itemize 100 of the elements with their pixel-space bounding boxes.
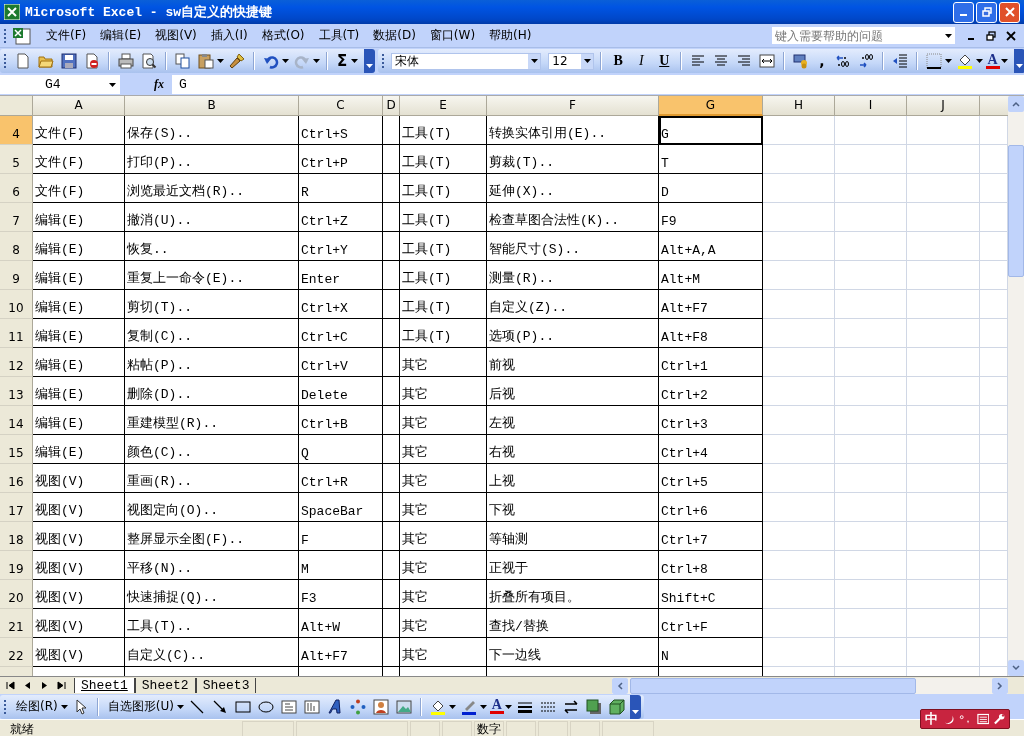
undo-icon[interactable]	[263, 53, 279, 69]
merge-center-icon[interactable]	[759, 53, 776, 69]
previous-sheet-icon[interactable]	[23, 681, 32, 690]
last-sheet-icon[interactable]	[57, 681, 66, 690]
row-header[interactable]: 9	[0, 261, 33, 290]
bold-button[interactable]: B	[608, 53, 629, 69]
arrow-style-icon[interactable]	[563, 698, 579, 715]
chevron-up-icon[interactable]	[1012, 101, 1020, 107]
decimal-decrease-icon[interactable]	[857, 53, 874, 69]
row-header[interactable]: 14	[0, 406, 33, 435]
toolbar-grip-icon[interactable]	[4, 53, 7, 69]
row-header[interactable]: 6	[0, 174, 33, 203]
dropdown-arrow-icon[interactable]	[975, 59, 983, 63]
close-icon[interactable]	[1006, 30, 1016, 41]
column-header[interactable]: G	[659, 96, 763, 116]
scroll-down-button[interactable]	[1008, 660, 1024, 676]
scroll-left-button[interactable]	[612, 677, 628, 694]
next-sheet-icon[interactable]	[40, 681, 49, 690]
scroll-thumb[interactable]	[1008, 145, 1024, 277]
row-header[interactable]: 13	[0, 377, 33, 406]
copy-icon[interactable]	[175, 53, 191, 69]
column-header[interactable]: C	[299, 96, 383, 116]
3d-box-icon[interactable]	[609, 698, 625, 715]
menu-item[interactable]: 格式(O)	[254, 25, 312, 46]
toolbar-options-button[interactable]	[364, 49, 376, 73]
chevron-left-icon[interactable]	[617, 681, 623, 690]
column-header[interactable]: E	[400, 96, 487, 116]
clip-art-icon[interactable]	[372, 698, 389, 715]
decimal-increase-icon[interactable]	[834, 53, 851, 69]
align-left-icon[interactable]	[690, 53, 707, 69]
dropdown-arrow-icon[interactable]	[479, 704, 487, 709]
sheet-tab[interactable]: Sheet1	[74, 678, 135, 693]
menu-item[interactable]: 数据(D)	[366, 25, 423, 46]
half-moon-icon[interactable]	[943, 713, 954, 725]
line-icon[interactable]	[188, 698, 205, 715]
row-header[interactable]: 21	[0, 609, 33, 638]
workbook-icon[interactable]	[13, 26, 31, 45]
column-header[interactable]: I	[835, 96, 907, 116]
arrow-icon[interactable]	[211, 698, 228, 715]
dropdown-arrow-icon[interactable]	[944, 59, 952, 63]
restore-button[interactable]	[976, 1, 997, 23]
keyboard-icon[interactable]	[976, 713, 990, 725]
comma-style-button[interactable]: ,	[814, 53, 830, 69]
punctuation-icon[interactable]	[958, 713, 972, 725]
save-icon[interactable]	[61, 53, 77, 69]
row-header[interactable]: 16	[0, 464, 33, 493]
input-mode-indicator[interactable]: 中	[925, 710, 938, 728]
permission-icon[interactable]	[84, 53, 100, 69]
scroll-up-button[interactable]	[1008, 96, 1024, 112]
font-size-field[interactable]: 12	[548, 52, 595, 70]
restore-icon[interactable]	[986, 30, 996, 41]
menu-item[interactable]: 编辑(E)	[93, 25, 149, 46]
dropdown-arrow-icon[interactable]	[217, 59, 224, 63]
row-header[interactable]: 5	[0, 145, 33, 174]
menu-item[interactable]: 插入(I)	[203, 25, 255, 46]
rectangle-icon[interactable]	[234, 698, 251, 715]
menu-item[interactable]: 工具(T)	[311, 25, 367, 46]
align-center-icon[interactable]	[713, 53, 730, 69]
toolbar-options-button[interactable]	[630, 694, 641, 719]
name-box[interactable]: G4	[0, 75, 120, 94]
column-header[interactable]: H	[763, 96, 835, 116]
dropdown-arrow-icon[interactable]	[176, 704, 184, 709]
caret-down-icon[interactable]	[1015, 64, 1023, 69]
autosum-button[interactable]: Σ	[334, 52, 351, 70]
decrease-indent-icon[interactable]	[891, 53, 908, 69]
italic-button[interactable]: I	[631, 53, 652, 69]
dropdown-arrow-icon[interactable]	[109, 82, 116, 87]
dropdown-arrow-icon[interactable]	[351, 59, 359, 63]
fill-color-icon[interactable]	[956, 53, 973, 69]
open-folder-icon[interactable]	[38, 53, 54, 69]
close-button[interactable]	[999, 1, 1020, 23]
sheet-tab[interactable]: Sheet3	[195, 678, 257, 693]
row-header[interactable]: 19	[0, 551, 33, 580]
toolbar-grip-icon[interactable]	[382, 53, 386, 69]
underline-button[interactable]: U	[654, 53, 675, 69]
toolbar-grip-icon[interactable]	[4, 27, 7, 44]
font-name-field[interactable]: 宋体	[391, 52, 542, 70]
dropdown-arrow-icon[interactable]	[1000, 59, 1008, 63]
column-header[interactable]: D	[383, 96, 400, 116]
caret-down-icon[interactable]	[366, 64, 374, 69]
caret-down-icon[interactable]	[632, 709, 639, 715]
dropdown-arrow-icon[interactable]	[282, 59, 289, 63]
dropdown-arrow-icon[interactable]	[583, 59, 591, 63]
dropdown-arrow-icon[interactable]	[530, 59, 538, 63]
toolbar-options-button[interactable]	[1013, 49, 1024, 73]
formula-field[interactable]: G	[172, 75, 1024, 94]
chevron-right-icon[interactable]	[997, 681, 1003, 690]
insert-function-button[interactable]: fx	[120, 77, 172, 92]
vertical-scrollbar[interactable]	[1008, 96, 1024, 676]
row-header[interactable]: 18	[0, 522, 33, 551]
dropdown-arrow-icon[interactable]	[448, 704, 456, 709]
help-search-field[interactable]: 键入需要帮助的问题	[771, 26, 956, 45]
draw-menu[interactable]: 绘图(R)	[13, 698, 60, 715]
row-header[interactable]: 7	[0, 203, 33, 232]
column-header[interactable]: F	[487, 96, 659, 116]
toolbar-grip-icon[interactable]	[4, 698, 7, 715]
font-color-button[interactable]: A	[985, 53, 1000, 69]
line-color-icon[interactable]	[460, 698, 477, 715]
column-header[interactable]: J	[907, 96, 980, 116]
printer-icon[interactable]	[118, 53, 134, 69]
